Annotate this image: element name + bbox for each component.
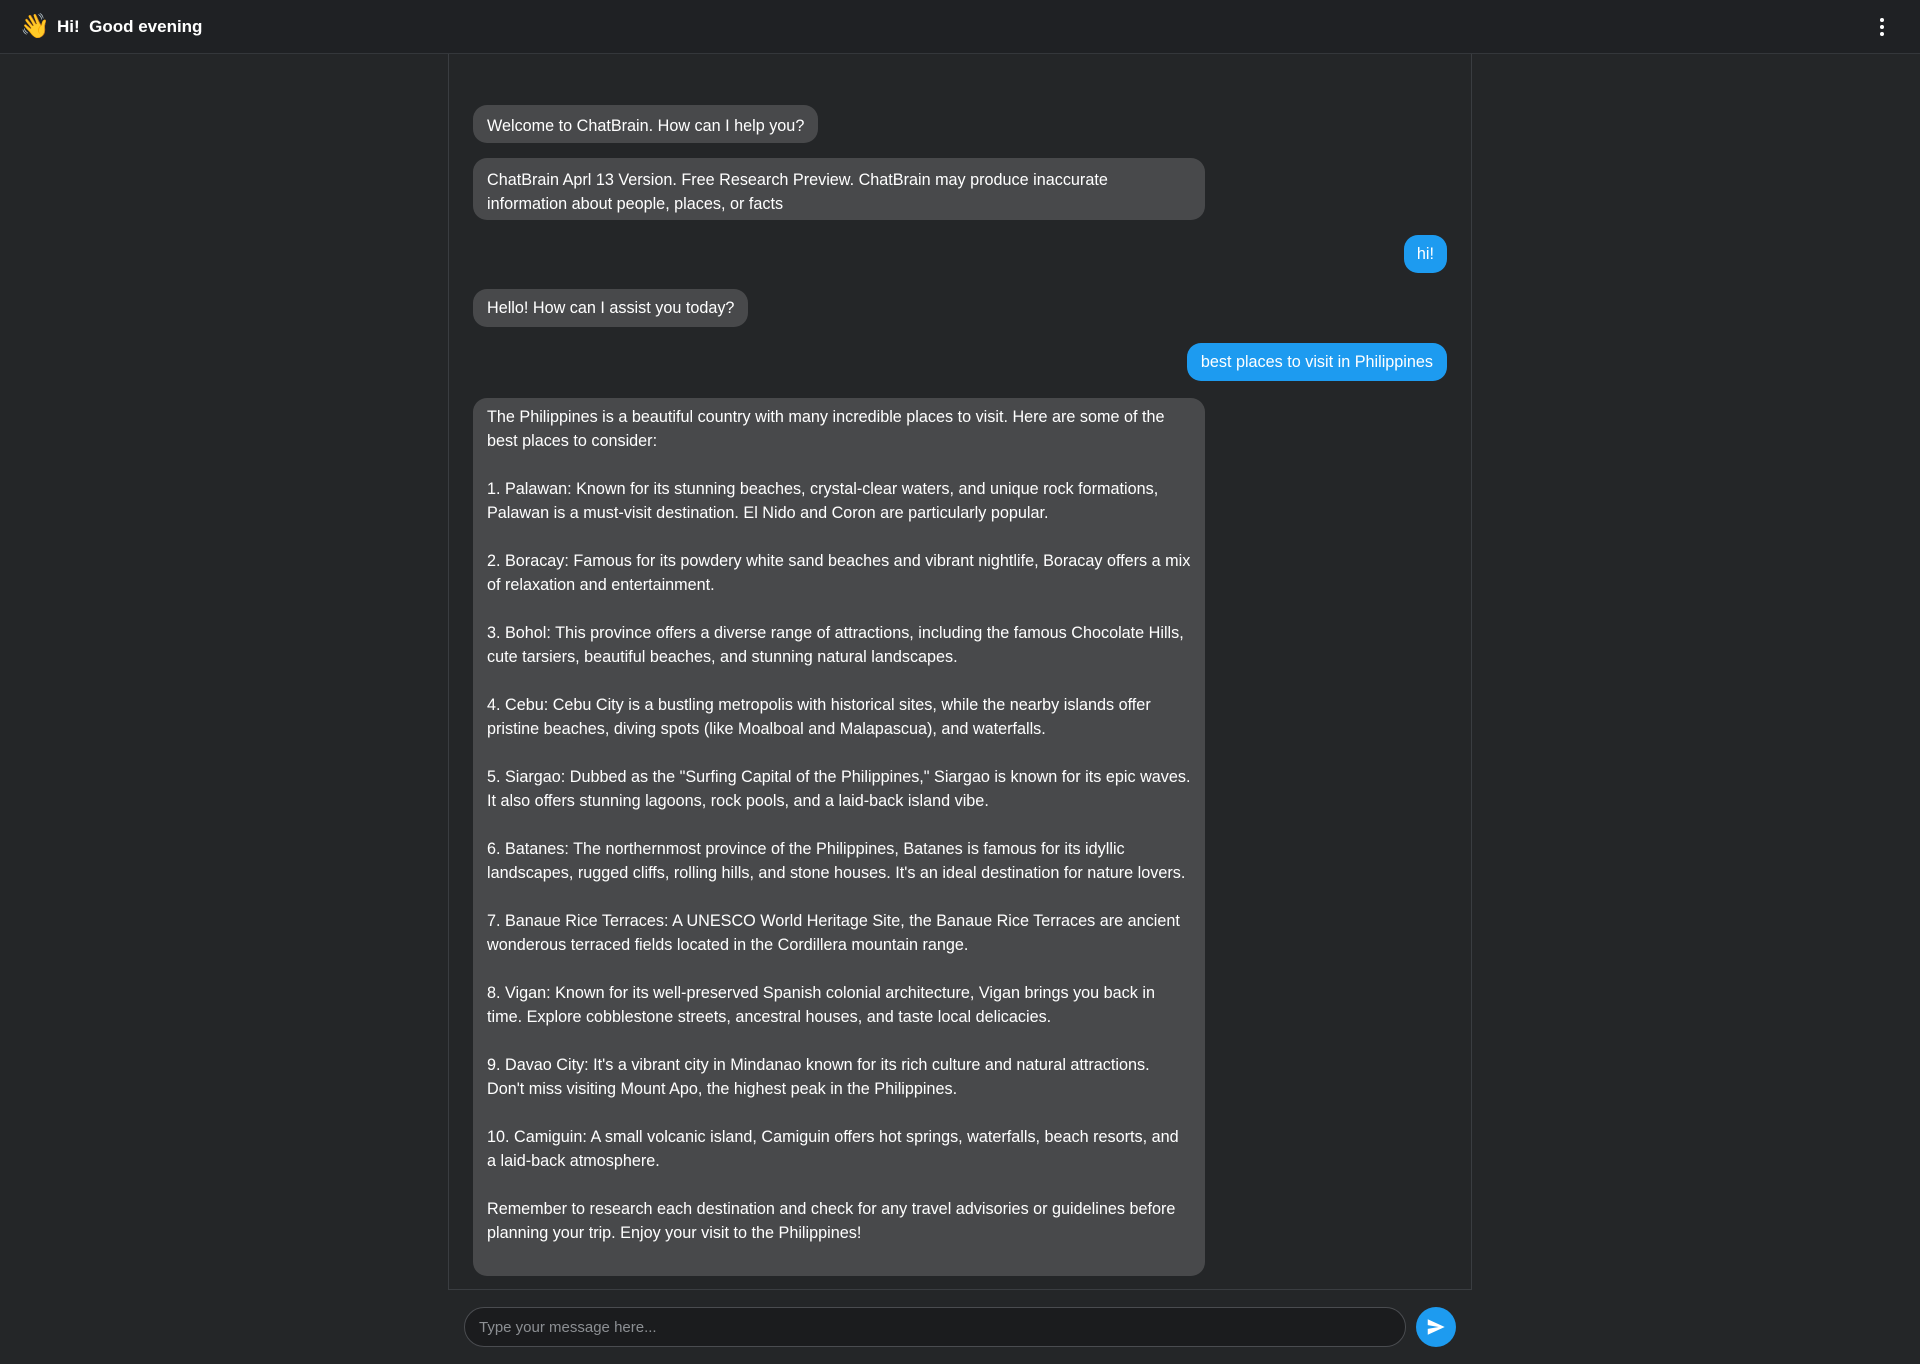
bot-message: Welcome to ChatBrain. How can I help you… (473, 105, 819, 143)
user-message: best places to visit in Philippines (1186, 343, 1447, 381)
more-options-button[interactable] (1874, 14, 1890, 40)
vertical-dots-icon (1880, 18, 1884, 22)
bot-message: Hello! How can I assist you today? (473, 289, 749, 327)
send-button[interactable] (1416, 1307, 1456, 1347)
waving-hand-icon: 👋 (20, 13, 50, 40)
greeting-title: Hi! Good evening (57, 17, 203, 36)
user-message: hi! (1403, 235, 1447, 273)
bot-message: The Philippines is a beautiful country w… (473, 398, 1205, 1276)
top-bar: 👋 Hi! Good evening (0, 0, 1920, 54)
send-icon (1427, 1319, 1445, 1335)
message-input[interactable] (464, 1307, 1406, 1347)
chat-panel[interactable]: Welcome to ChatBrain. How can I help you… (448, 54, 1472, 1290)
bot-message: ChatBrain Aprl 13 Version. Free Research… (473, 158, 1205, 220)
